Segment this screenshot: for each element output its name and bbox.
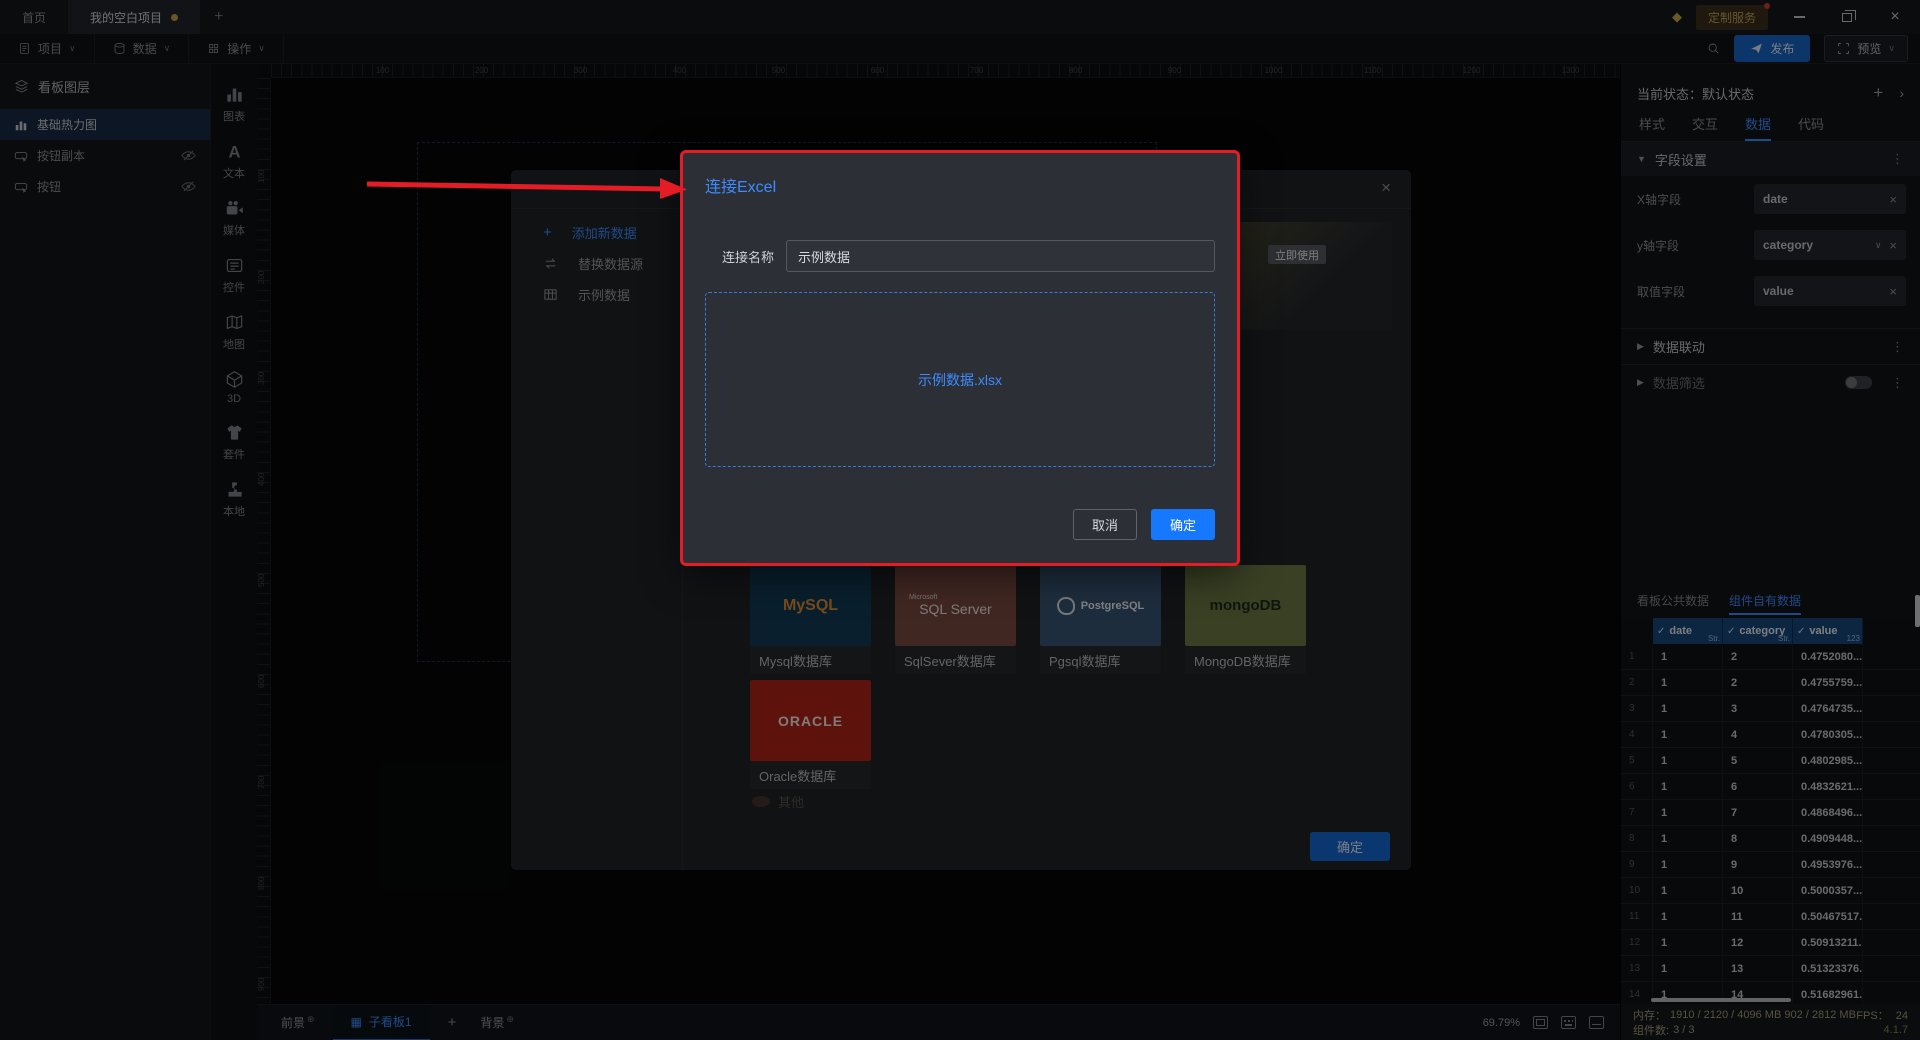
connection-name-label: 连接名称 bbox=[722, 249, 775, 265]
confirm-button[interactable]: 确定 bbox=[1151, 509, 1215, 540]
modal-footer: 取消 确定 bbox=[1073, 509, 1215, 540]
modal-title: 连接Excel bbox=[705, 179, 777, 196]
cancel-button[interactable]: 取消 bbox=[1073, 509, 1137, 540]
connection-name-row: 连接名称 bbox=[683, 240, 1237, 272]
cancel-label: 取消 bbox=[1091, 518, 1118, 533]
confirm-label: 确定 bbox=[1169, 518, 1196, 533]
uploaded-file-name: 示例数据.xlsx bbox=[918, 371, 1002, 388]
connection-name-input[interactable] bbox=[786, 240, 1215, 272]
file-dropzone[interactable]: 示例数据.xlsx bbox=[705, 292, 1215, 467]
app-window: 首页 我的空白项目 + ◆ 定制服务 × 项目 ∨ 数据 ∨ 操作 ∨ 发布 预… bbox=[0, 0, 1920, 1040]
connect-excel-modal: 连接Excel 连接名称 示例数据.xlsx 取消 确定 bbox=[683, 153, 1237, 563]
